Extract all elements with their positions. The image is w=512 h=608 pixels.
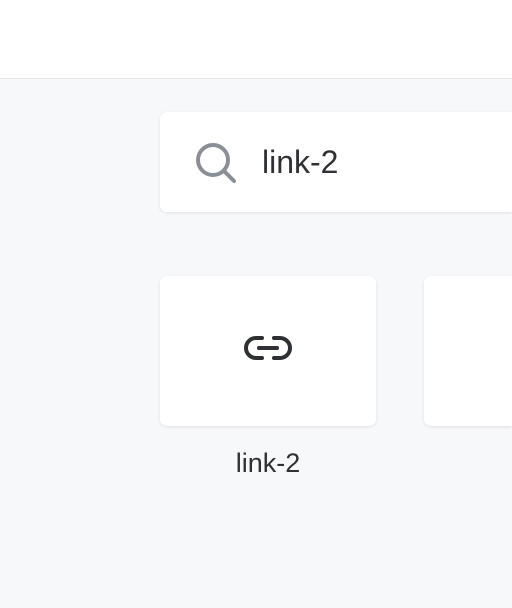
icon-card-label: link-2 [235,448,301,478]
link-icon [244,336,292,360]
icon-card-partial[interactable] [424,276,512,426]
search-icon [196,143,236,183]
top-bar [0,0,512,79]
search-input[interactable] [262,138,502,186]
